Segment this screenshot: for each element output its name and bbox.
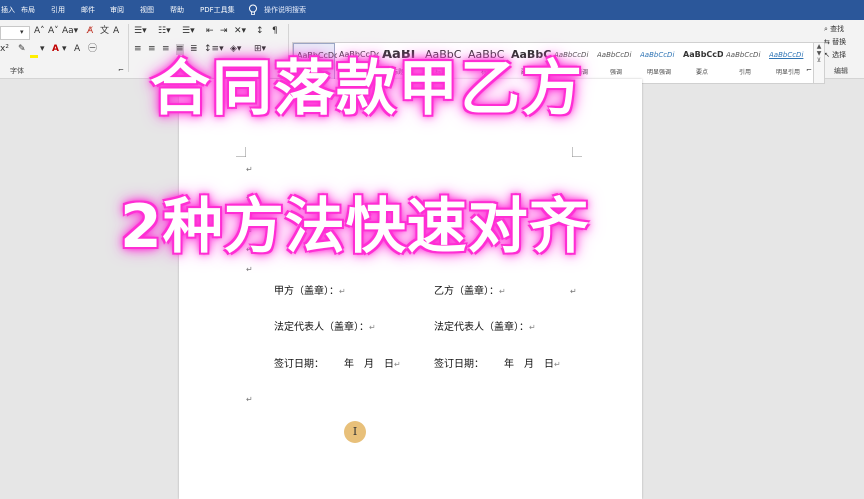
chevron-down-icon[interactable]: ▾ <box>62 44 67 55</box>
replace-icon: ⇆ <box>824 38 833 46</box>
change-case-icon[interactable]: Aa▾ <box>62 26 78 37</box>
paragraph-mark: ↵ <box>499 287 506 296</box>
replace-label: 替换 <box>832 38 847 46</box>
decrease-indent-icon[interactable]: ⇤ <box>206 26 214 37</box>
font-color-icon[interactable]: A <box>52 44 59 55</box>
style-sample: AaBbCcDi <box>726 51 761 59</box>
group-separator <box>128 24 129 72</box>
cursor-arrow-icon: ↖ <box>824 51 833 59</box>
shrink-font-icon[interactable]: A˅ <box>48 26 59 37</box>
overlay-title: 合同落款甲乙方 <box>150 54 584 124</box>
cursor-glyph: I <box>352 425 358 438</box>
dialog-launcher-icon[interactable]: ⌐ <box>118 65 124 76</box>
chevron-down-icon[interactable]: ▾ <box>40 44 45 55</box>
paragraph-mark: ↵ <box>246 265 253 274</box>
show-marks-icon[interactable]: ¶ <box>272 26 278 37</box>
rep-b-line[interactable]: 法定代表人（盖章）：↵ <box>434 322 536 334</box>
font-group-label: 字体 <box>10 67 24 75</box>
margin-corner-marker <box>236 147 246 157</box>
paragraph-mark: ↵ <box>529 323 536 332</box>
char-border-icon[interactable]: A <box>113 26 119 37</box>
find-button[interactable]: ⌕ 查找 <box>824 24 844 34</box>
rep-a-label: 法定代表人（盖章）： <box>274 322 369 333</box>
superscript-icon[interactable]: x² <box>0 44 9 55</box>
chevron-down-icon[interactable]: ▾ <box>20 27 24 38</box>
sort-icon[interactable]: ↕ <box>256 26 264 37</box>
chevron-down-icon[interactable]: ▼ <box>814 50 824 57</box>
tab-references[interactable]: 引用 <box>51 6 65 14</box>
overlay-subtitle: 2种方法快速对齐 <box>120 192 590 262</box>
rep-a-line[interactable]: 法定代表人（盖章）：↵ <box>274 322 376 334</box>
style-sample: AaBbCcDi <box>640 51 675 59</box>
tab-review[interactable]: 审阅 <box>110 6 124 14</box>
tab-view[interactable]: 视图 <box>140 6 154 14</box>
editing-group-label: 编辑 <box>834 67 848 75</box>
date-b-label: 签订日期： <box>434 359 484 370</box>
find-label: 查找 <box>830 25 845 33</box>
date-b-fields: 年 月 日 <box>504 359 554 370</box>
enclose-char-icon[interactable]: ㊀ <box>88 44 97 55</box>
style-sample: AaBbCcD <box>683 50 723 59</box>
lightbulb-icon <box>249 4 257 15</box>
paragraph-mark: ↵ <box>554 360 561 369</box>
rep-b-label: 法定代表人（盖章）： <box>434 322 529 333</box>
style-item[interactable]: AaBbCcDi 明显引用 <box>766 43 808 83</box>
paragraph-mark: ↵ <box>570 287 577 296</box>
chevron-up-icon[interactable]: ▲ <box>814 43 824 50</box>
margin-corner-marker <box>572 147 582 157</box>
tab-insert[interactable]: 插入 <box>1 6 15 14</box>
select-label: 选择 <box>832 51 847 59</box>
date-b-line[interactable]: 签订日期： 年 月 日↵ <box>434 359 561 371</box>
select-button[interactable]: ↖ 选择 <box>824 50 846 60</box>
paragraph-mark: ↵ <box>369 323 376 332</box>
style-label: 明显引用 <box>775 69 800 76</box>
style-item[interactable]: AaBbCcDi 明显强调 <box>637 43 679 83</box>
party-b-label: 乙方（盖章）： <box>434 286 499 297</box>
party-b-line[interactable]: 乙方（盖章）：↵ <box>434 286 506 298</box>
paragraph-mark: ↵ <box>394 360 401 369</box>
tab-pdf-tools[interactable]: PDF工具集 <box>200 6 235 14</box>
paragraph-mark: ↵ <box>339 287 346 296</box>
replace-button[interactable]: ⇆ 替换 <box>824 37 846 47</box>
style-label: 引用 <box>738 69 751 76</box>
style-label: 强调 <box>609 69 622 76</box>
style-sample: AaBbCcDi <box>769 51 804 59</box>
tell-me-search[interactable]: 操作说明搜索 <box>264 6 306 14</box>
date-a-line[interactable]: 签订日期： 年 月 日↵ <box>274 359 401 371</box>
date-a-label: 签订日期： <box>274 359 324 370</box>
tab-help[interactable]: 帮助 <box>170 6 184 14</box>
paragraph-mark: ↵ <box>246 165 253 174</box>
increase-indent-icon[interactable]: ⇥ <box>220 26 228 37</box>
tab-mailings[interactable]: 邮件 <box>81 6 95 14</box>
align-left-icon[interactable]: ≡ <box>134 44 142 55</box>
paragraph-mark: ↵ <box>246 395 253 404</box>
text-cursor-icon: I <box>344 421 366 443</box>
phonetic-guide-icon[interactable]: 文 <box>100 26 109 37</box>
bullets-icon[interactable]: ☰▾ <box>134 26 147 37</box>
highlight-icon[interactable]: ✎ <box>18 44 26 55</box>
font-size-box[interactable] <box>0 26 30 40</box>
document-page[interactable]: ↵ ↵ ↵ ↵ ↵ 甲方（盖章）：↵ 乙方（盖章）：↵ ↵ 法定代表人（盖章）：… <box>179 79 642 499</box>
highlight-color-bar <box>30 55 38 58</box>
grow-font-icon[interactable]: A˄ <box>34 26 45 37</box>
style-item[interactable]: AaBbCcDi 引用 <box>723 43 765 83</box>
style-label: 要点 <box>695 69 708 76</box>
party-a-line[interactable]: 甲方（盖章）：↵ <box>274 286 346 298</box>
style-label: 明显强调 <box>646 69 671 76</box>
more-icon[interactable]: ⊻ <box>814 57 824 64</box>
style-sample: AaBbCcDi <box>597 51 632 59</box>
shading-icon[interactable]: A <box>74 44 80 55</box>
asian-layout-icon[interactable]: ✕▾ <box>234 26 246 37</box>
clear-format-icon[interactable]: A̸ <box>87 26 93 37</box>
date-a-fields: 年 月 日 <box>344 359 394 370</box>
style-item[interactable]: AaBbCcDi 强调 <box>594 43 636 83</box>
numbering-icon[interactable]: ☷▾ <box>158 26 171 37</box>
tab-layout[interactable]: 布局 <box>21 6 35 14</box>
style-item[interactable]: AaBbCcD 要点 <box>680 43 723 83</box>
styles-scroll[interactable]: ▲ ▼ ⊻ <box>813 42 825 84</box>
multilevel-list-icon[interactable]: ☰▾ <box>182 26 195 37</box>
party-a-label: 甲方（盖章）： <box>274 286 339 297</box>
menu-bar: 插入 布局 引用 邮件 审阅 视图 帮助 PDF工具集 操作说明搜索 <box>0 0 864 20</box>
dialog-launcher-icon[interactable]: ⌐ <box>806 65 812 76</box>
